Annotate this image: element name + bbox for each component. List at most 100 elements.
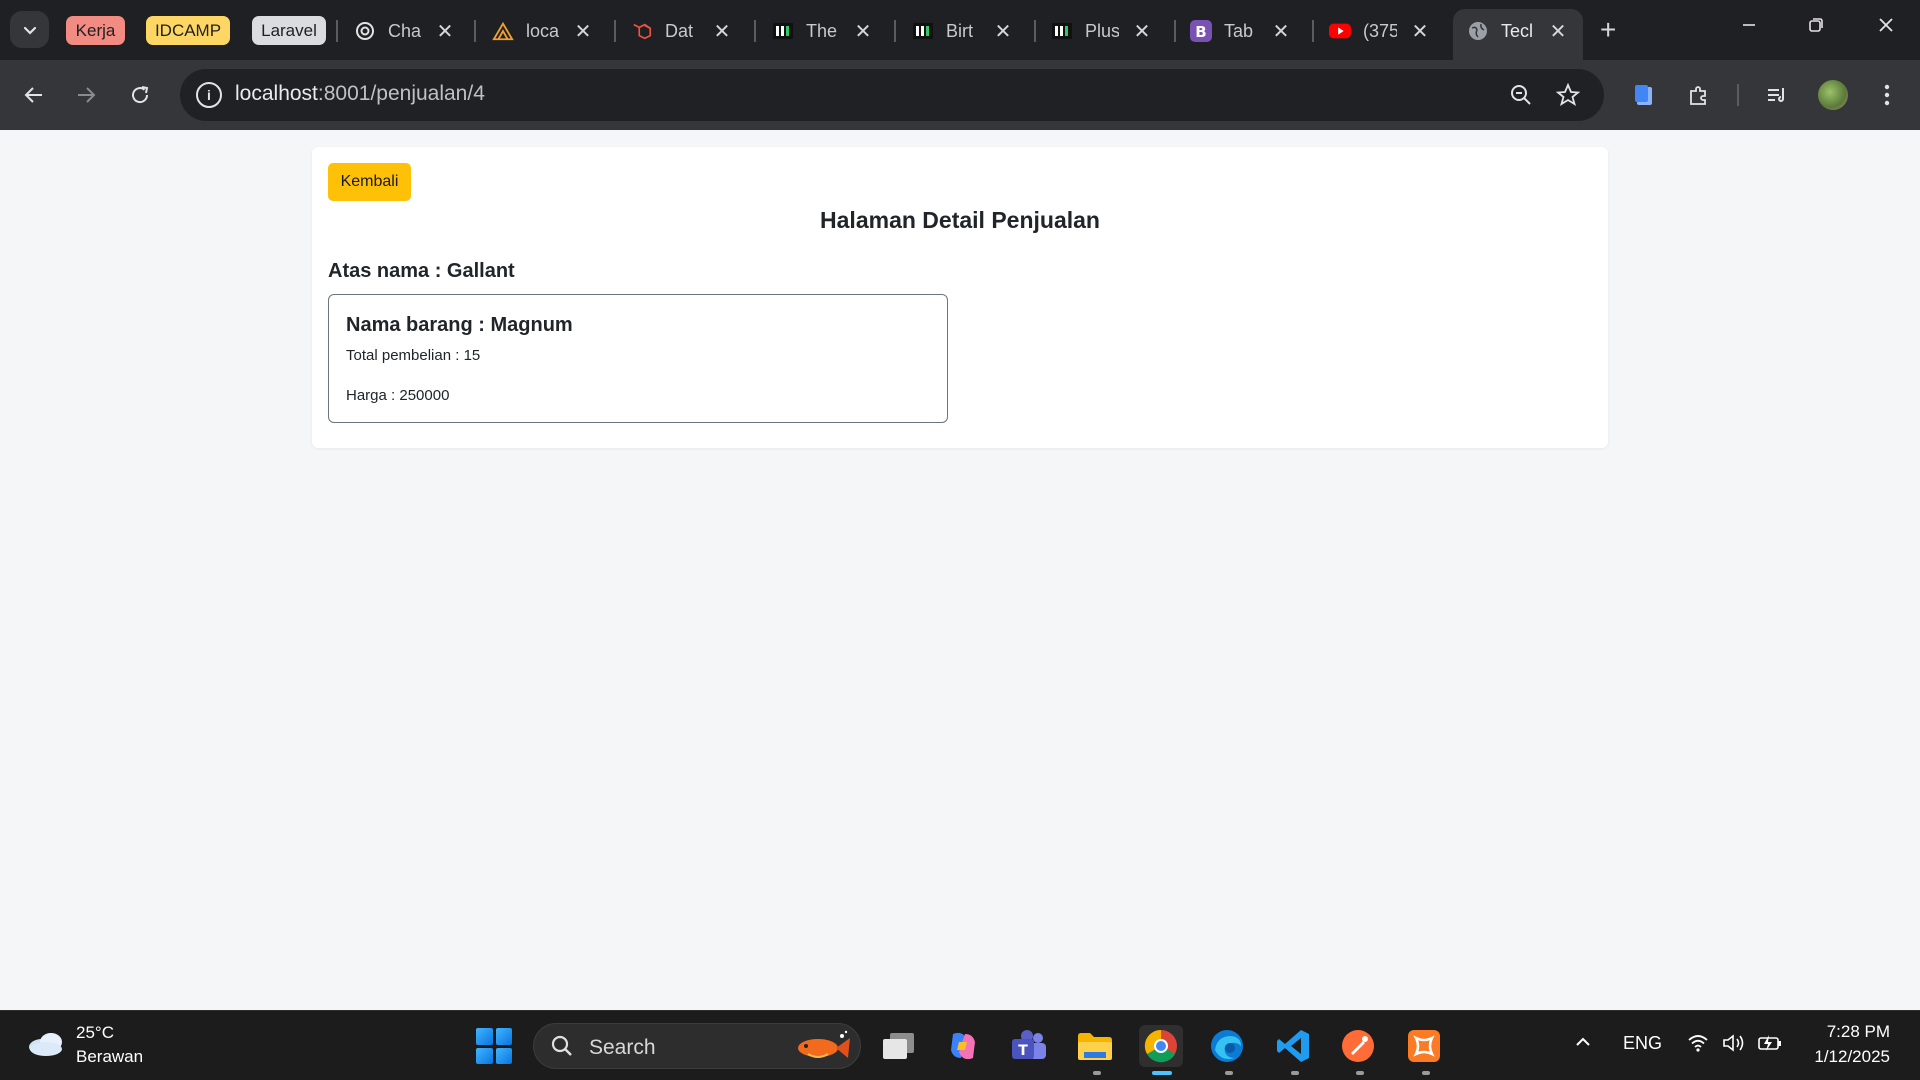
browser-toolbar: i localhost:8001/penjualan/4 bbox=[0, 60, 1920, 130]
tab-bootstrap-table[interactable]: B Tab ✕ bbox=[1190, 12, 1290, 50]
tab-hackerrank-the[interactable]: The ✕ bbox=[772, 12, 872, 50]
running-indicator bbox=[1225, 1071, 1233, 1075]
close-tab-icon[interactable]: ✕ bbox=[1272, 19, 1290, 44]
tab-separator bbox=[1312, 20, 1314, 42]
tab-title: Cha bbox=[388, 20, 422, 41]
close-tab-icon[interactable]: ✕ bbox=[436, 19, 454, 44]
windows-taskbar: 25°C Berawan Search T ENG 7:28 PM 1/12/2… bbox=[0, 1010, 1920, 1080]
media-control-icon[interactable] bbox=[1760, 78, 1794, 112]
site-info-icon[interactable]: i bbox=[196, 82, 222, 108]
tab-separator bbox=[614, 20, 616, 42]
running-indicator bbox=[1356, 1071, 1364, 1075]
tab-search-button[interactable] bbox=[10, 11, 49, 48]
google-docs-extension-icon[interactable] bbox=[1627, 78, 1661, 112]
postman-app[interactable] bbox=[1337, 1025, 1379, 1067]
weather-temperature: 25°C bbox=[76, 1023, 114, 1042]
edge-app[interactable] bbox=[1206, 1025, 1248, 1067]
volume-icon[interactable] bbox=[1722, 1033, 1748, 1058]
reload-button[interactable] bbox=[122, 77, 158, 113]
tab-hackerrank-birthday[interactable]: Birt ✕ bbox=[912, 12, 1012, 50]
back-button[interactable] bbox=[16, 77, 52, 113]
close-tab-icon[interactable]: ✕ bbox=[1411, 19, 1429, 44]
close-tab-icon[interactable]: ✕ bbox=[713, 19, 731, 44]
tab-youtube[interactable]: (375 ✕ bbox=[1329, 12, 1429, 50]
copilot-app[interactable] bbox=[942, 1025, 984, 1067]
windows-logo-tile bbox=[495, 1047, 512, 1064]
forward-button[interactable] bbox=[68, 77, 104, 113]
task-view-app[interactable] bbox=[877, 1025, 919, 1067]
close-tab-icon[interactable]: ✕ bbox=[854, 19, 872, 44]
minimize-icon bbox=[1743, 24, 1755, 26]
minimize-button[interactable] bbox=[1729, 14, 1769, 40]
windows-logo-tile bbox=[495, 1028, 512, 1045]
teams-app[interactable]: T bbox=[1008, 1025, 1050, 1067]
tab-separator bbox=[474, 20, 476, 42]
chevron-up-icon bbox=[1576, 1037, 1590, 1046]
tab-group-kerja[interactable]: Kerja bbox=[66, 16, 125, 45]
new-tab-button[interactable]: + bbox=[1600, 14, 1616, 46]
start-button[interactable] bbox=[476, 1028, 512, 1064]
tab-localhost[interactable]: loca ✕ bbox=[492, 12, 592, 50]
bookmark-star-icon[interactable] bbox=[1554, 81, 1582, 109]
item-total-purchase: Total pembelian : 15 bbox=[346, 347, 481, 364]
url-host: localhost bbox=[235, 82, 318, 105]
close-tab-icon[interactable]: ✕ bbox=[994, 19, 1012, 44]
zoom-icon[interactable] bbox=[1507, 81, 1535, 109]
search-placeholder: Search bbox=[589, 1036, 656, 1059]
item-name: Nama barang : Magnum bbox=[346, 314, 573, 336]
battery-icon[interactable] bbox=[1757, 1033, 1783, 1058]
back-link-button[interactable]: Kembali bbox=[328, 163, 411, 201]
chrome-icon bbox=[1144, 1029, 1177, 1063]
taskbar-search[interactable]: Search bbox=[533, 1023, 861, 1069]
close-icon bbox=[1879, 18, 1893, 32]
search-icon bbox=[551, 1035, 572, 1056]
close-window-button[interactable] bbox=[1866, 14, 1906, 40]
close-tab-icon[interactable]: ✕ bbox=[1133, 19, 1151, 44]
hackerrank-icon bbox=[772, 20, 794, 42]
tab-active-content[interactable]: Tecl ✕ bbox=[1467, 12, 1567, 50]
tab-title: The bbox=[806, 20, 838, 41]
restore-icon bbox=[1809, 18, 1823, 32]
tab-group-idcamp[interactable]: IDCAMP bbox=[146, 16, 230, 45]
tab-title: (375 bbox=[1363, 20, 1397, 41]
globe-icon bbox=[1467, 20, 1489, 42]
copilot-icon bbox=[951, 1032, 975, 1060]
language-indicator[interactable]: ENG bbox=[1623, 1033, 1662, 1054]
bootstrap-icon: B bbox=[1190, 20, 1212, 42]
tab-hackerrank-plus[interactable]: Plus ✕ bbox=[1051, 12, 1151, 50]
tab-title: Tab bbox=[1224, 20, 1254, 41]
restore-button[interactable] bbox=[1796, 14, 1836, 40]
teams-icon: T bbox=[1012, 1030, 1046, 1059]
tab-separator bbox=[1174, 20, 1176, 42]
vscode-app[interactable] bbox=[1272, 1025, 1314, 1067]
postman-icon bbox=[1342, 1030, 1374, 1062]
weather-description: Berawan bbox=[76, 1047, 144, 1066]
profile-avatar[interactable] bbox=[1818, 80, 1848, 110]
wifi-icon[interactable] bbox=[1687, 1033, 1709, 1058]
url-text[interactable]: localhost:8001/penjualan/4 bbox=[235, 82, 485, 106]
xampp-app[interactable] bbox=[1403, 1025, 1445, 1067]
item-detail-box: Nama barang : Magnum Total pembelian : 1… bbox=[328, 294, 948, 423]
hackerrank-icon bbox=[1051, 20, 1073, 42]
address-bar[interactable]: i localhost:8001/penjualan/4 bbox=[180, 69, 1604, 121]
tab-title: Plus bbox=[1085, 20, 1119, 41]
clock-time[interactable]: 7:28 PM bbox=[1826, 1022, 1890, 1042]
close-tab-icon[interactable]: ✕ bbox=[1549, 19, 1567, 44]
tab-laravel-data[interactable]: Dat ✕ bbox=[631, 12, 731, 50]
youtube-icon bbox=[1329, 20, 1351, 42]
clock-date[interactable]: 1/12/2025 bbox=[1800, 1047, 1890, 1067]
toolbar-separator bbox=[1737, 84, 1739, 106]
tab-separator bbox=[1034, 20, 1036, 42]
tab-chatgpt[interactable]: Cha ✕ bbox=[354, 12, 454, 50]
detail-card: Kembali Halaman Detail Penjualan Atas na… bbox=[312, 147, 1608, 448]
chrome-app[interactable] bbox=[1139, 1025, 1183, 1067]
browser-menu-icon[interactable] bbox=[1870, 78, 1904, 112]
close-tab-icon[interactable]: ✕ bbox=[574, 19, 592, 44]
windows-logo-tile bbox=[476, 1047, 493, 1064]
tab-group-laravel[interactable]: Laravel bbox=[252, 16, 326, 45]
file-explorer-app[interactable] bbox=[1074, 1025, 1116, 1067]
show-hidden-icons-button[interactable] bbox=[1574, 1033, 1592, 1056]
edge-icon bbox=[1211, 1030, 1243, 1062]
extensions-puzzle-icon[interactable] bbox=[1682, 78, 1716, 112]
tab-title: Birt bbox=[946, 20, 973, 41]
